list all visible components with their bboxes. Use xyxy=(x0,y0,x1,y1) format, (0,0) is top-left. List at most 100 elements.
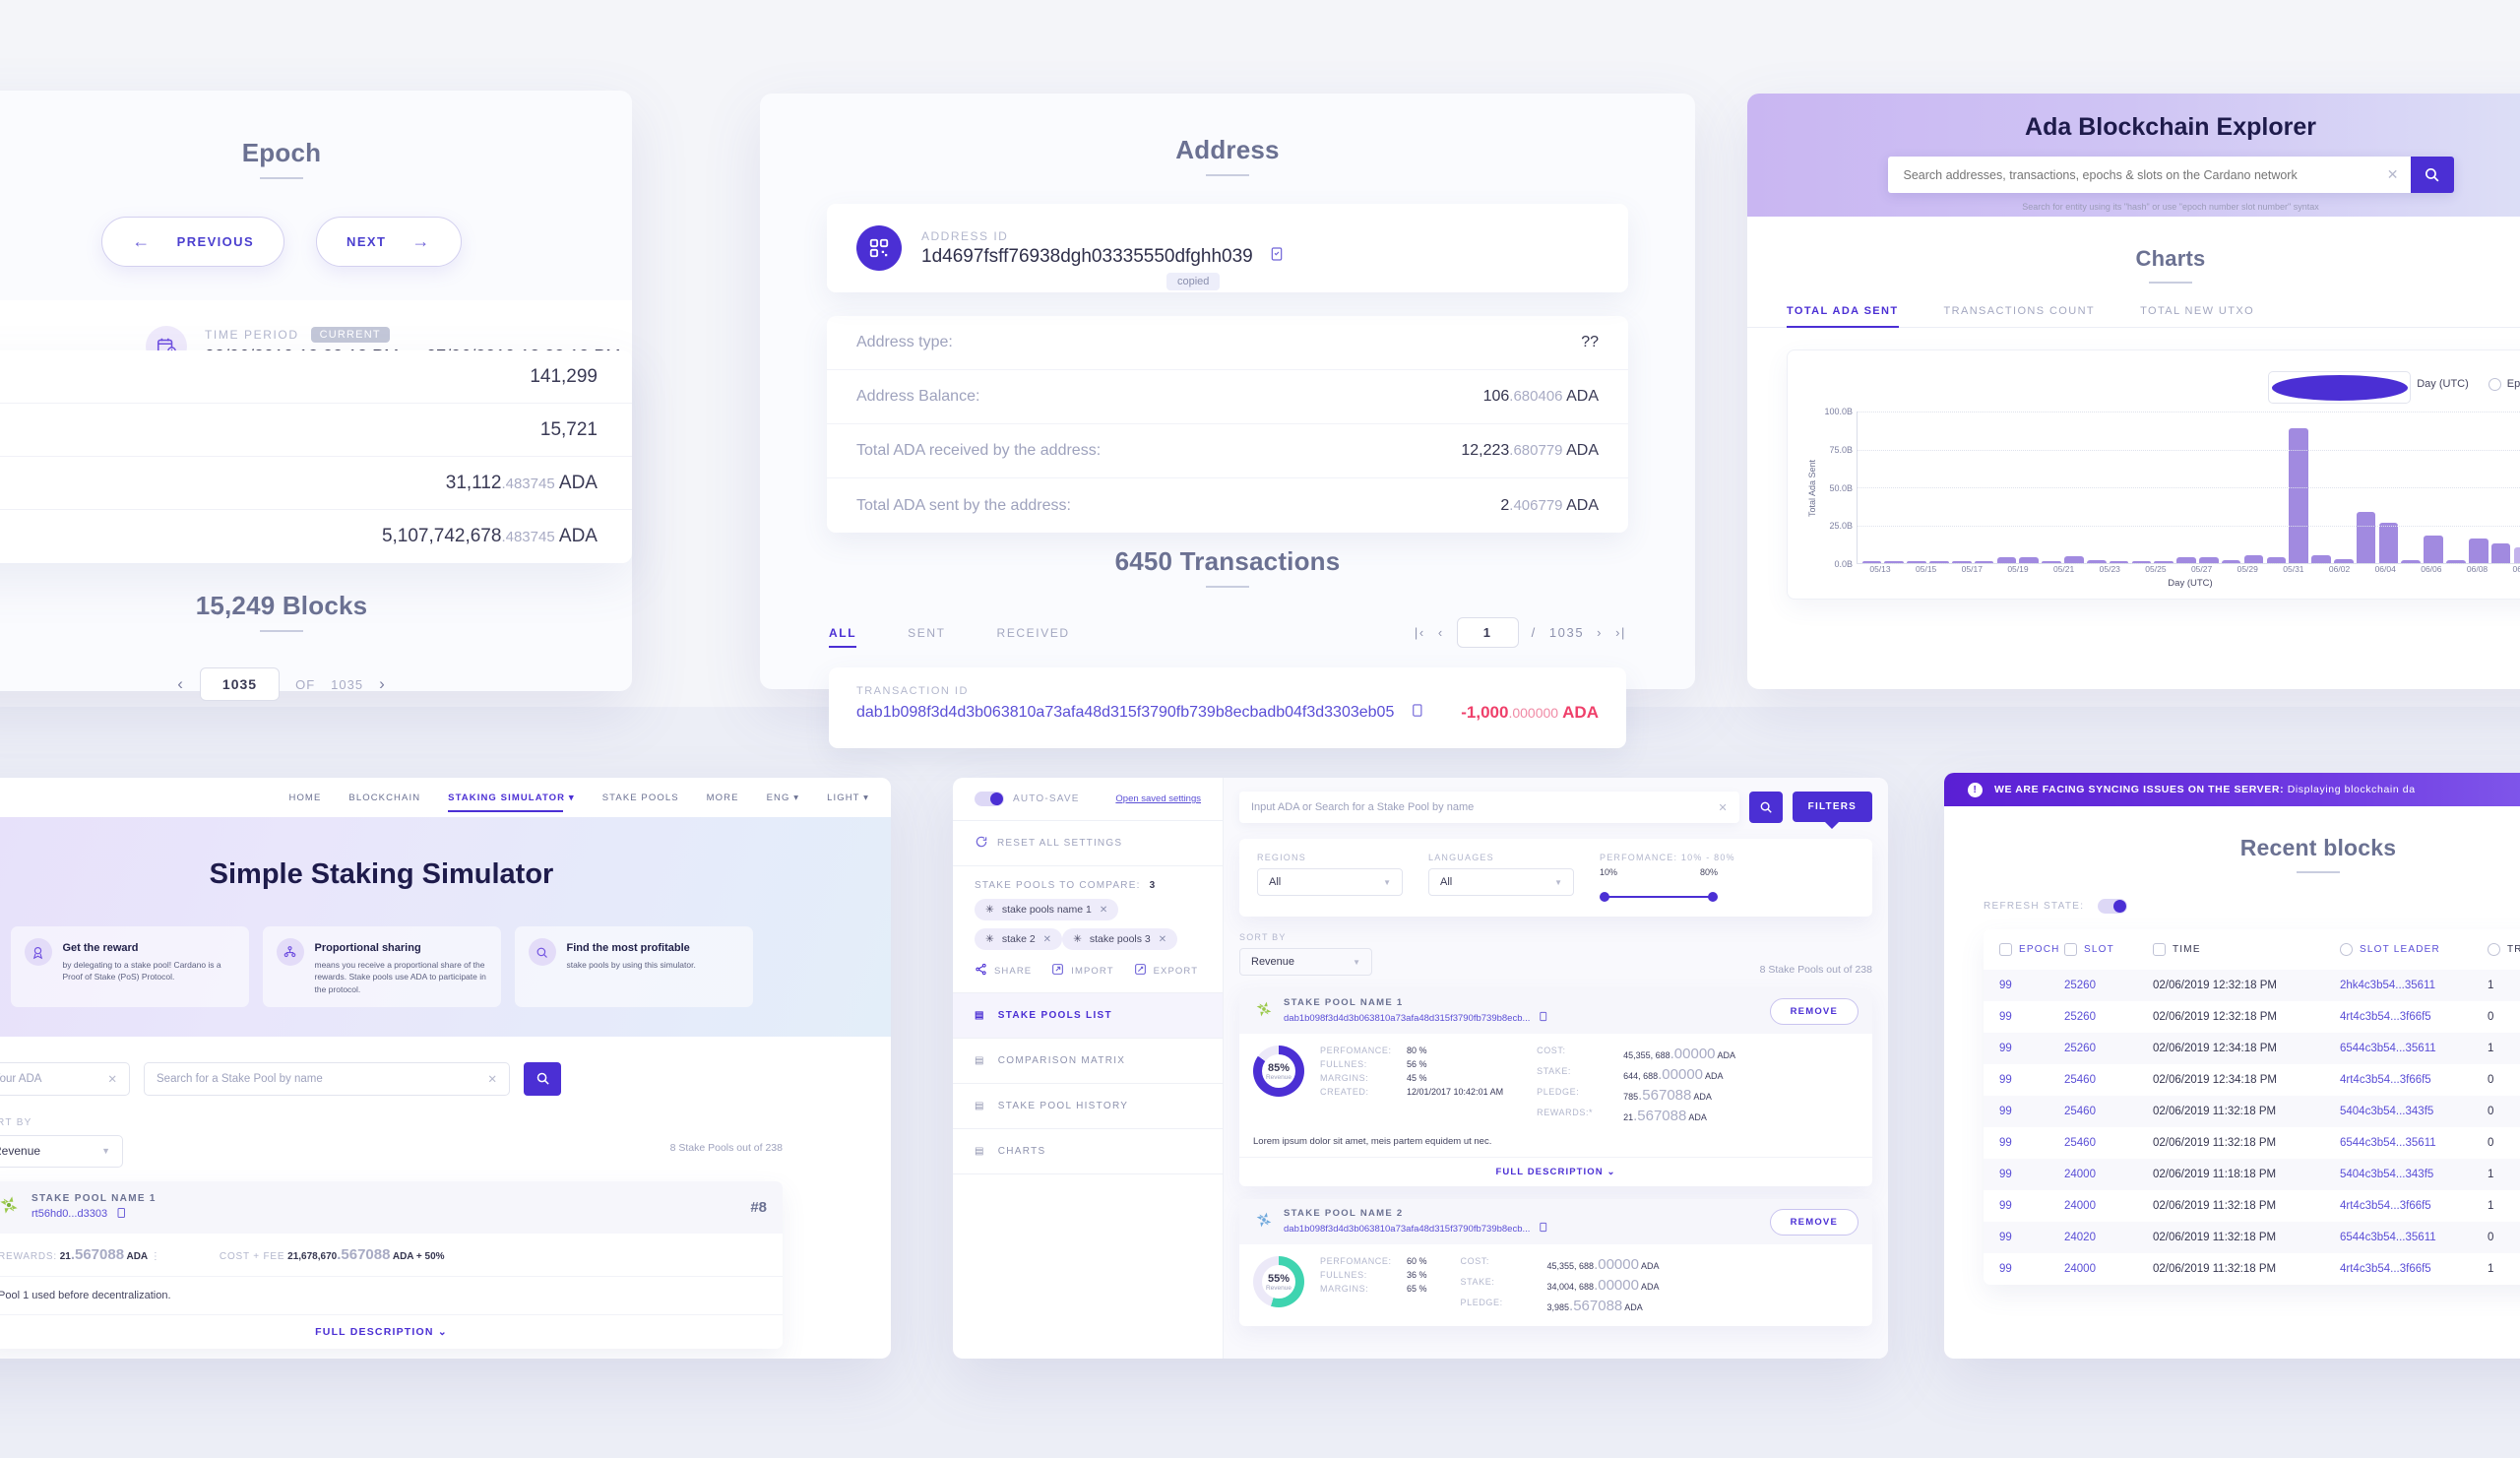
search-input[interactable] xyxy=(1887,157,2375,193)
copy-icon[interactable] xyxy=(115,1207,127,1222)
copy-icon[interactable] xyxy=(1410,703,1424,723)
tab-received[interactable]: RECEIVED xyxy=(997,626,1070,640)
autosave-toggle[interactable] xyxy=(975,792,1004,806)
page-next-icon[interactable]: › xyxy=(1597,625,1603,640)
cell-slot[interactable]: 25260 xyxy=(2064,980,2153,991)
table-row[interactable]: 99 24000 02/06/2019 11:32:18 PM 4rt4c3b5… xyxy=(1984,1190,2520,1222)
pool-hash[interactable]: rt56hd0...d3303 xyxy=(32,1208,107,1220)
cell-epoch[interactable]: 99 xyxy=(1999,1011,2064,1023)
bar[interactable] xyxy=(2064,556,2084,563)
clear-icon[interactable]: ✕ xyxy=(2375,157,2411,193)
bar[interactable] xyxy=(2468,538,2488,563)
page-current-input[interactable]: 1 xyxy=(1456,617,1519,648)
page-prev-icon[interactable]: ‹ xyxy=(1438,625,1444,640)
more-icon[interactable]: ⋮ xyxy=(151,1251,160,1262)
copy-icon[interactable] xyxy=(1538,1011,1548,1025)
nav-item-staking-simulator[interactable]: STAKING SIMULATOR ▾ xyxy=(448,792,575,812)
search-button[interactable] xyxy=(2410,157,2454,193)
pool-chip[interactable]: ✳ stake 2 ✕ xyxy=(975,928,1063,950)
close-icon[interactable]: ✕ xyxy=(1159,934,1166,945)
nav-item-home[interactable]: HOME xyxy=(288,792,321,803)
close-icon[interactable]: ✕ xyxy=(1100,905,1107,916)
cell-epoch[interactable]: 99 xyxy=(1999,1043,2064,1054)
next-epoch-button[interactable]: NEXT → xyxy=(316,217,462,267)
bar[interactable] xyxy=(2243,554,2264,563)
cell-slot[interactable]: 25460 xyxy=(2064,1106,2153,1117)
page-prev-icon[interactable]: ‹ xyxy=(177,674,184,694)
table-row[interactable]: 99 25460 02/06/2019 12:34:18 PM 4rt4c3b5… xyxy=(1984,1064,2520,1096)
nav-item-eng[interactable]: ENG ▾ xyxy=(767,792,800,803)
regions-select[interactable]: All ▼ xyxy=(1257,868,1403,896)
refresh-toggle[interactable] xyxy=(2098,899,2128,914)
ada-input[interactable]: Your ADA ✕ xyxy=(0,1061,130,1096)
cell-slot[interactable]: 25460 xyxy=(2064,1074,2153,1086)
bar[interactable] xyxy=(2424,535,2443,563)
clear-icon[interactable]: ✕ xyxy=(1718,801,1727,814)
cell-slot-leader[interactable]: 4rt4c3b54...3f66f5 xyxy=(2340,1011,2488,1023)
tab-all[interactable]: ALL xyxy=(829,626,857,648)
pool-search-input[interactable]: Search for a Stake Pool by name ✕ xyxy=(144,1061,510,1096)
search-button[interactable] xyxy=(1748,792,1783,823)
table-row[interactable]: 99 25460 02/06/2019 11:32:18 PM 6544c3b5… xyxy=(1984,1127,2520,1159)
nav-item-blockchain[interactable]: BLOCKCHAIN xyxy=(348,792,420,803)
page-current-input[interactable]: 1035 xyxy=(199,667,281,701)
cell-slot-leader[interactable]: 6544c3b54...35611 xyxy=(2340,1043,2488,1054)
sort-select[interactable]: Revenue ▼ xyxy=(0,1134,123,1168)
bar[interactable] xyxy=(2490,542,2511,563)
tab-total-new-utxo[interactable]: TOTAL NEW UTXO xyxy=(2140,305,2254,317)
bar[interactable] xyxy=(2356,511,2376,563)
pool-hash[interactable]: dab1b098f3d4d3b063810a73afa48d315f3790fb… xyxy=(1284,1013,1530,1024)
previous-epoch-button[interactable]: ← PREVIOUS xyxy=(101,217,285,267)
page-first-icon[interactable]: |‹ xyxy=(1415,625,1425,640)
pool-chip[interactable]: ✳ stake pools 3 ✕ xyxy=(1062,928,1178,950)
cell-epoch[interactable]: 99 xyxy=(1999,1169,2064,1180)
tab-transactions-count[interactable]: TRANSACTIONS COUNT xyxy=(1944,305,2096,317)
sidebar-item-comparison-matrix[interactable]: ▤ COMPARISON MATRIX xyxy=(953,1039,1223,1084)
bar[interactable] xyxy=(2311,554,2331,563)
table-row[interactable]: 99 25460 02/06/2019 11:32:18 PM 5404c3b5… xyxy=(1984,1096,2520,1127)
compare-search-input[interactable]: Input ADA or Search for a Stake Pool by … xyxy=(1239,792,1739,823)
clear-icon[interactable]: ✕ xyxy=(487,1072,497,1086)
cell-epoch[interactable]: 99 xyxy=(1999,980,2064,991)
import-action[interactable]: IMPORT xyxy=(1051,963,1113,979)
radio-epoch[interactable]: Epoch xyxy=(2488,377,2520,391)
filters-button[interactable]: FILTERS xyxy=(1792,792,1872,829)
cell-epoch[interactable]: 99 xyxy=(1999,1137,2064,1149)
page-next-icon[interactable]: › xyxy=(379,674,386,694)
cell-epoch[interactable]: 99 xyxy=(1999,1263,2064,1275)
copy-icon[interactable] xyxy=(1269,246,1285,268)
cell-slot-leader[interactable]: 5404c3b54...343f5 xyxy=(2340,1106,2488,1117)
bar[interactable] xyxy=(2513,546,2520,563)
page-last-icon[interactable]: ›| xyxy=(1615,625,1626,640)
table-row[interactable]: 99 24000 02/06/2019 11:18:18 PM 5404c3b5… xyxy=(1984,1159,2520,1190)
full-description-toggle[interactable]: FULL DESCRIPTION ⌄ xyxy=(1239,1157,1872,1186)
search-button[interactable] xyxy=(524,1061,561,1096)
nav-item-light[interactable]: LIGHT ▾ xyxy=(827,792,869,803)
cell-slot[interactable]: 24000 xyxy=(2064,1169,2153,1180)
cell-slot-leader[interactable]: 4rt4c3b54...3f66f5 xyxy=(2340,1074,2488,1086)
bar[interactable] xyxy=(2378,523,2399,563)
performance-slider[interactable] xyxy=(1600,891,1718,903)
share-action[interactable]: SHARE xyxy=(975,963,1032,979)
slider-knob-max[interactable] xyxy=(1708,892,1718,902)
remove-button[interactable]: REMOVE xyxy=(1769,1208,1858,1236)
tab-total-ada-sent[interactable]: TOTAL ADA SENT xyxy=(1787,305,1899,328)
table-row[interactable]: 99 25260 02/06/2019 12:34:18 PM 6544c3b5… xyxy=(1984,1033,2520,1064)
table-row[interactable]: 99 24000 02/06/2019 11:32:18 PM 4rt4c3b5… xyxy=(1984,1253,2520,1285)
clear-icon[interactable]: ✕ xyxy=(107,1072,117,1086)
sidebar-item-stake-pools-list[interactable]: ▤ STAKE POOLS LIST xyxy=(953,993,1223,1039)
remove-button[interactable]: REMOVE xyxy=(1769,997,1858,1025)
table-row[interactable]: 99 25260 02/06/2019 12:32:18 PM 4rt4c3b5… xyxy=(1984,1001,2520,1033)
pool-hash[interactable]: dab1b098f3d4d3b063810a73afa48d315f3790fb… xyxy=(1284,1224,1530,1235)
bar[interactable] xyxy=(2289,427,2308,563)
cell-slot-leader[interactable]: 6544c3b54...35611 xyxy=(2340,1232,2488,1243)
cell-epoch[interactable]: 99 xyxy=(1999,1106,2064,1117)
languages-select[interactable]: All ▼ xyxy=(1428,868,1574,896)
reset-section[interactable]: RESET ALL SETTINGS xyxy=(953,821,1223,866)
nav-item-stake-pools[interactable]: STAKE POOLS xyxy=(602,792,679,803)
cell-slot-leader[interactable]: 6544c3b54...35611 xyxy=(2340,1137,2488,1149)
cell-slot[interactable]: 24020 xyxy=(2064,1232,2153,1243)
export-action[interactable]: EXPORT xyxy=(1134,963,1199,979)
slider-knob-min[interactable] xyxy=(1600,892,1609,902)
radio-day-utc[interactable]: Day (UTC) xyxy=(2268,364,2469,404)
